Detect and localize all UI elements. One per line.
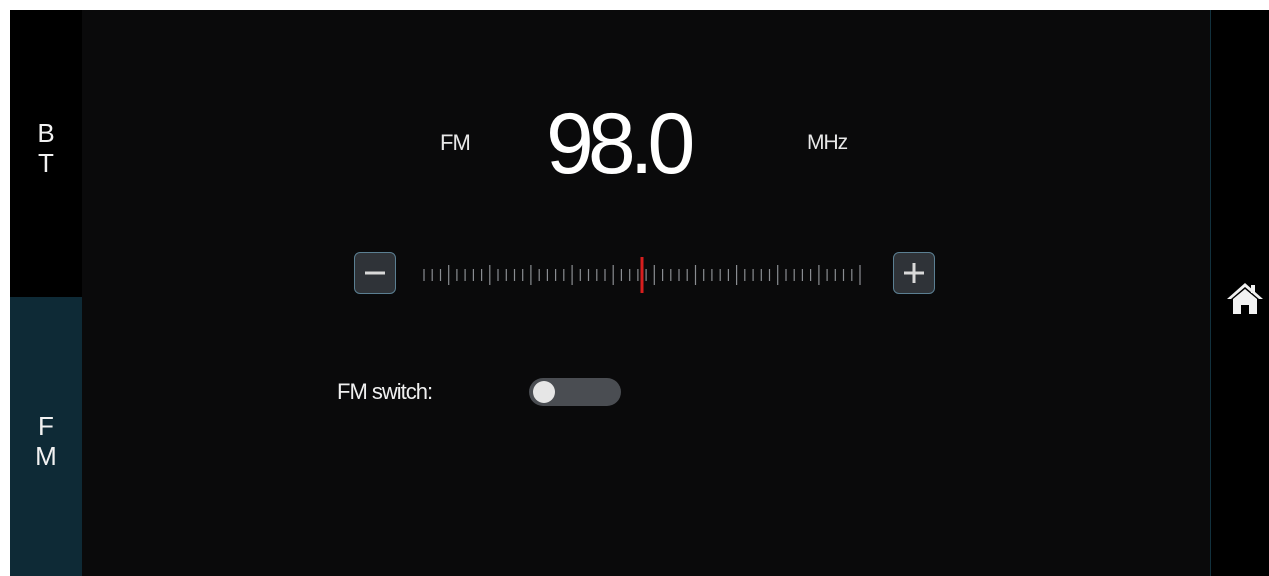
tuning-needle[interactable] [640,257,644,293]
switch-knob [533,381,555,403]
fm-switch-label: FM switch: [337,379,433,404]
home-button[interactable] [1223,276,1267,320]
home-icon [1227,283,1263,314]
tune-down-button[interactable] [354,252,396,294]
plus-icon [904,263,924,283]
tab-bt[interactable]: BT [10,10,82,297]
radio-screen: BT FM FM 98.0 MHz FM switch: [10,10,1269,576]
tune-up-button[interactable] [893,252,935,294]
tab-fm-label: FM [35,410,57,471]
minus-icon [365,271,385,275]
band-label: FM [440,130,471,155]
right-panel [1210,10,1269,576]
source-tabs: BT FM [10,10,82,576]
frequency-unit: MHz [807,131,848,154]
frequency-display: 98.0 [546,96,695,192]
fm-switch-toggle[interactable] [529,378,621,406]
tab-bt-label: BT [37,117,55,178]
tab-fm[interactable]: FM [10,297,82,576]
tuning-dial[interactable] [418,257,866,293]
